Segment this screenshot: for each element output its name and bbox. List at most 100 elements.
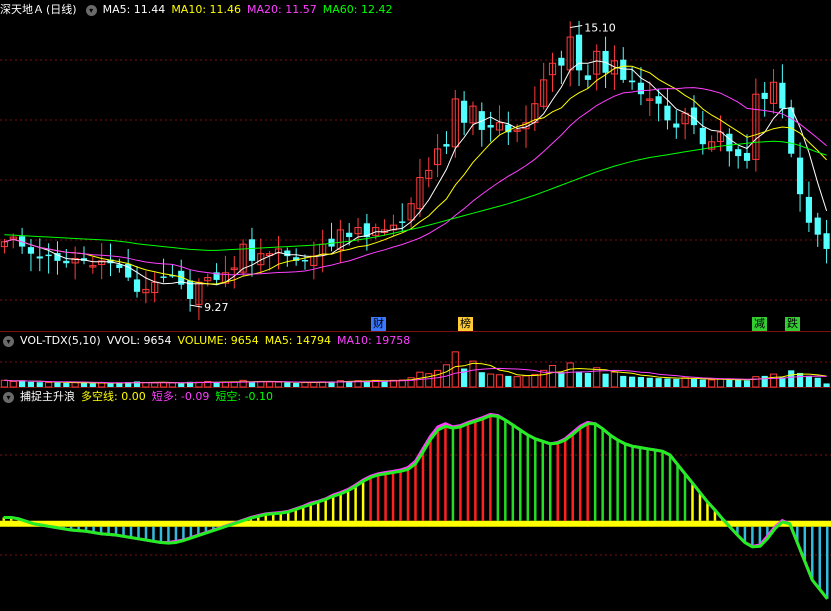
volume-bar bbox=[213, 382, 220, 387]
candle-body bbox=[788, 107, 795, 154]
candle-body bbox=[814, 217, 821, 235]
volume-bar bbox=[558, 372, 565, 387]
volume-bar bbox=[495, 374, 504, 388]
candle-body bbox=[36, 256, 43, 259]
volume-bar bbox=[469, 360, 477, 388]
volume-bar bbox=[735, 379, 742, 387]
ma60-line bbox=[4, 140, 827, 251]
volume-bar bbox=[487, 373, 495, 388]
volume-bar bbox=[761, 375, 768, 387]
volume-bar bbox=[54, 382, 61, 387]
candle-body bbox=[628, 80, 636, 83]
volume-bar bbox=[293, 382, 300, 387]
volume-bar bbox=[89, 383, 96, 387]
candle-body bbox=[301, 260, 309, 262]
volume-bar bbox=[823, 383, 830, 387]
volume-bar bbox=[248, 381, 256, 387]
candle-body bbox=[664, 105, 671, 121]
volume-bar bbox=[548, 365, 557, 388]
volume-bar bbox=[221, 381, 230, 388]
volume-bar bbox=[743, 380, 751, 387]
volume-bar bbox=[681, 377, 689, 388]
volume-bar bbox=[575, 371, 583, 387]
volume-bar bbox=[513, 376, 521, 388]
volume-bar bbox=[63, 382, 70, 387]
candle-body bbox=[584, 75, 591, 80]
volume-bar bbox=[178, 383, 185, 387]
chart-canvas[interactable]: 15.10 9.27 bbox=[0, 0, 831, 611]
volume-bar bbox=[425, 373, 433, 388]
volume-bar bbox=[266, 381, 274, 388]
candle-body bbox=[796, 157, 804, 195]
volume-bar bbox=[769, 373, 778, 388]
volume-bar bbox=[566, 362, 574, 388]
candle-body bbox=[63, 260, 70, 264]
volume-bar bbox=[107, 383, 114, 387]
candle-body bbox=[133, 279, 141, 292]
volume-bar bbox=[664, 378, 671, 387]
volume-bar bbox=[602, 373, 609, 387]
volume-bar bbox=[673, 378, 680, 387]
candle-body bbox=[443, 144, 450, 147]
candle-body bbox=[805, 196, 812, 223]
candle-body bbox=[655, 96, 662, 104]
low-marker-line bbox=[189, 304, 203, 308]
volume-bar bbox=[80, 382, 88, 387]
volume-bar bbox=[19, 380, 26, 387]
volume-bar bbox=[522, 375, 530, 388]
volume-bar bbox=[796, 372, 804, 387]
candle-body bbox=[726, 133, 733, 152]
candle-body bbox=[248, 239, 256, 261]
candle-body bbox=[735, 149, 742, 157]
candle-body bbox=[27, 247, 35, 254]
candle-body bbox=[620, 59, 627, 80]
candle-body bbox=[487, 125, 494, 128]
volume-bar bbox=[284, 382, 291, 387]
volume-bar bbox=[27, 381, 35, 387]
volume-bar bbox=[814, 377, 821, 387]
candle-body bbox=[673, 123, 680, 128]
duokong-zero-band bbox=[0, 520, 831, 527]
volume-bar bbox=[716, 378, 725, 388]
volume-bar bbox=[531, 373, 539, 388]
volume-bar bbox=[699, 379, 706, 387]
volume-bar bbox=[655, 378, 662, 387]
candle-body bbox=[45, 254, 52, 257]
volume-bar bbox=[45, 382, 53, 388]
volume-bar bbox=[505, 375, 512, 387]
volume-bar bbox=[584, 372, 591, 387]
volume-bar bbox=[690, 378, 698, 387]
candle-body bbox=[743, 152, 751, 161]
volume-bar bbox=[752, 376, 760, 388]
volume-bar bbox=[98, 382, 106, 388]
volume-bar bbox=[788, 370, 795, 387]
volume-bar bbox=[159, 382, 168, 388]
high-price-label: 15.10 bbox=[584, 22, 616, 35]
volume-bar bbox=[71, 382, 79, 388]
candle-body bbox=[160, 276, 167, 278]
candle-body bbox=[779, 82, 786, 109]
volume-bar bbox=[628, 376, 636, 387]
candle-body bbox=[558, 57, 565, 66]
volume-bar bbox=[637, 377, 645, 387]
volume-bar bbox=[274, 381, 283, 388]
volume-bar bbox=[610, 371, 619, 388]
candle-body bbox=[761, 92, 768, 99]
volume-bar bbox=[151, 382, 159, 388]
volume-bar bbox=[726, 379, 733, 387]
volume-bar bbox=[142, 382, 150, 388]
volume-bar bbox=[805, 375, 812, 387]
candle-body bbox=[461, 100, 468, 123]
high-marker-line bbox=[570, 25, 583, 29]
candle-body bbox=[823, 233, 830, 249]
volume-bar bbox=[434, 369, 442, 388]
volume-bar bbox=[620, 375, 627, 387]
volume-bar bbox=[9, 380, 17, 388]
volume-bar bbox=[478, 372, 485, 387]
low-price-label: 9.27 bbox=[204, 301, 229, 314]
volume-bar bbox=[301, 382, 309, 388]
volume-bar bbox=[168, 382, 176, 388]
candle-body bbox=[399, 221, 406, 223]
volume-bar bbox=[451, 351, 459, 388]
candle-body bbox=[699, 127, 706, 145]
